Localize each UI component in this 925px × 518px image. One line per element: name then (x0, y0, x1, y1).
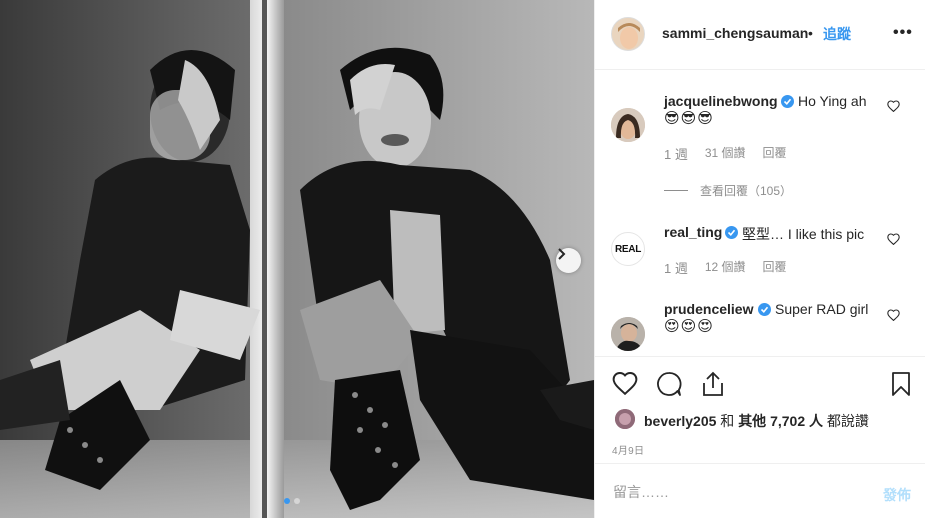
likes-count[interactable]: 其他 7,702 人 (738, 413, 823, 429)
comment-bubble-icon (657, 372, 682, 396)
avatar-image (611, 108, 645, 142)
divider-line (664, 190, 688, 191)
avatar[interactable] (611, 317, 645, 351)
comment-text: Super RAD girl (775, 301, 869, 317)
like-comment-button[interactable] (887, 99, 900, 117)
post-panel: sammi_chengsauman • 追蹤 ••• jacquelinebwo… (594, 0, 925, 518)
post-author-username[interactable]: sammi_chengsauman (662, 25, 808, 41)
verified-badge-icon (758, 303, 771, 316)
view-replies-button[interactable]: 查看回覆（105） (664, 182, 792, 199)
verified-badge-icon (725, 226, 738, 239)
heart-icon (887, 233, 900, 246)
post-date[interactable]: 4月9日 (612, 442, 644, 457)
share-icon (703, 371, 723, 396)
comment-meta: 1 週 12 個讚 回覆 (664, 258, 787, 277)
post-header: sammi_chengsauman • 追蹤 ••• (595, 0, 925, 70)
comment-button[interactable] (656, 371, 682, 402)
comment-time[interactable]: 1 週 (664, 258, 688, 277)
post-comment-button[interactable]: 發佈 (883, 485, 911, 505)
likes-conjunction: 和 (716, 413, 739, 429)
avatar[interactable] (615, 409, 635, 429)
more-options-button[interactable]: ••• (893, 24, 913, 42)
reply-button[interactable]: 回覆 (763, 144, 787, 163)
photo-image (0, 0, 594, 518)
avatar-image (615, 409, 635, 429)
likes-summary: beverly205 和 其他 7,702 人 都說讚 (644, 411, 869, 431)
view-replies-label: 查看回覆（105） (700, 184, 793, 198)
verified-badge-icon (781, 95, 794, 108)
like-comment-button[interactable] (887, 232, 900, 250)
comment-input[interactable] (613, 484, 853, 500)
next-photo-button[interactable] (556, 248, 581, 273)
avatar[interactable] (611, 108, 645, 142)
add-comment-form: 發佈 (595, 463, 925, 518)
carousel-dot-active (284, 498, 290, 504)
like-button[interactable] (612, 371, 638, 400)
post-photo[interactable] (0, 0, 594, 518)
bookmark-icon (892, 372, 910, 396)
comment-likes[interactable]: 12 個讚 (705, 258, 746, 277)
likes-suffix: 都說讚 (823, 413, 869, 429)
heart-icon (887, 309, 900, 322)
avatar[interactable] (611, 17, 645, 51)
carousel-dots (284, 498, 300, 504)
save-button[interactable] (891, 371, 911, 402)
reply-button[interactable]: 回覆 (763, 258, 787, 277)
comment-text: Ho Ying ah (798, 93, 867, 109)
comment-likes[interactable]: 31 個讚 (705, 144, 746, 163)
avatar[interactable]: REAL (611, 232, 645, 266)
like-comment-button[interactable] (887, 308, 900, 326)
carousel-dot[interactable] (294, 498, 300, 504)
comment-username[interactable]: real_ting (664, 224, 722, 240)
chevron-right-icon (558, 248, 566, 260)
comment-time[interactable]: 1 週 (664, 144, 688, 163)
heart-icon (612, 372, 638, 396)
heart-icon (887, 100, 900, 113)
post-actions: beverly205 和 其他 7,702 人 都說讚 4月9日 (595, 356, 925, 463)
comment-emoji: 😎😎😎 (664, 110, 714, 127)
comment-username[interactable]: jacquelinebwong (664, 93, 778, 109)
comment-text: 堅型… I like this pic (742, 226, 865, 242)
comment-emoji: 😍😍😍 (664, 318, 714, 335)
comment-meta: 1 週 31 個讚 回覆 (664, 144, 787, 163)
avatar-logo-text: REAL (614, 243, 642, 255)
comment-username[interactable]: prudenceliew (664, 301, 753, 317)
separator-dot: • (808, 25, 813, 41)
avatar-image (611, 317, 645, 351)
avatar-image (612, 18, 644, 50)
share-button[interactable] (701, 371, 725, 402)
follow-button[interactable]: 追蹤 (823, 24, 851, 44)
liker-username[interactable]: beverly205 (644, 413, 716, 429)
